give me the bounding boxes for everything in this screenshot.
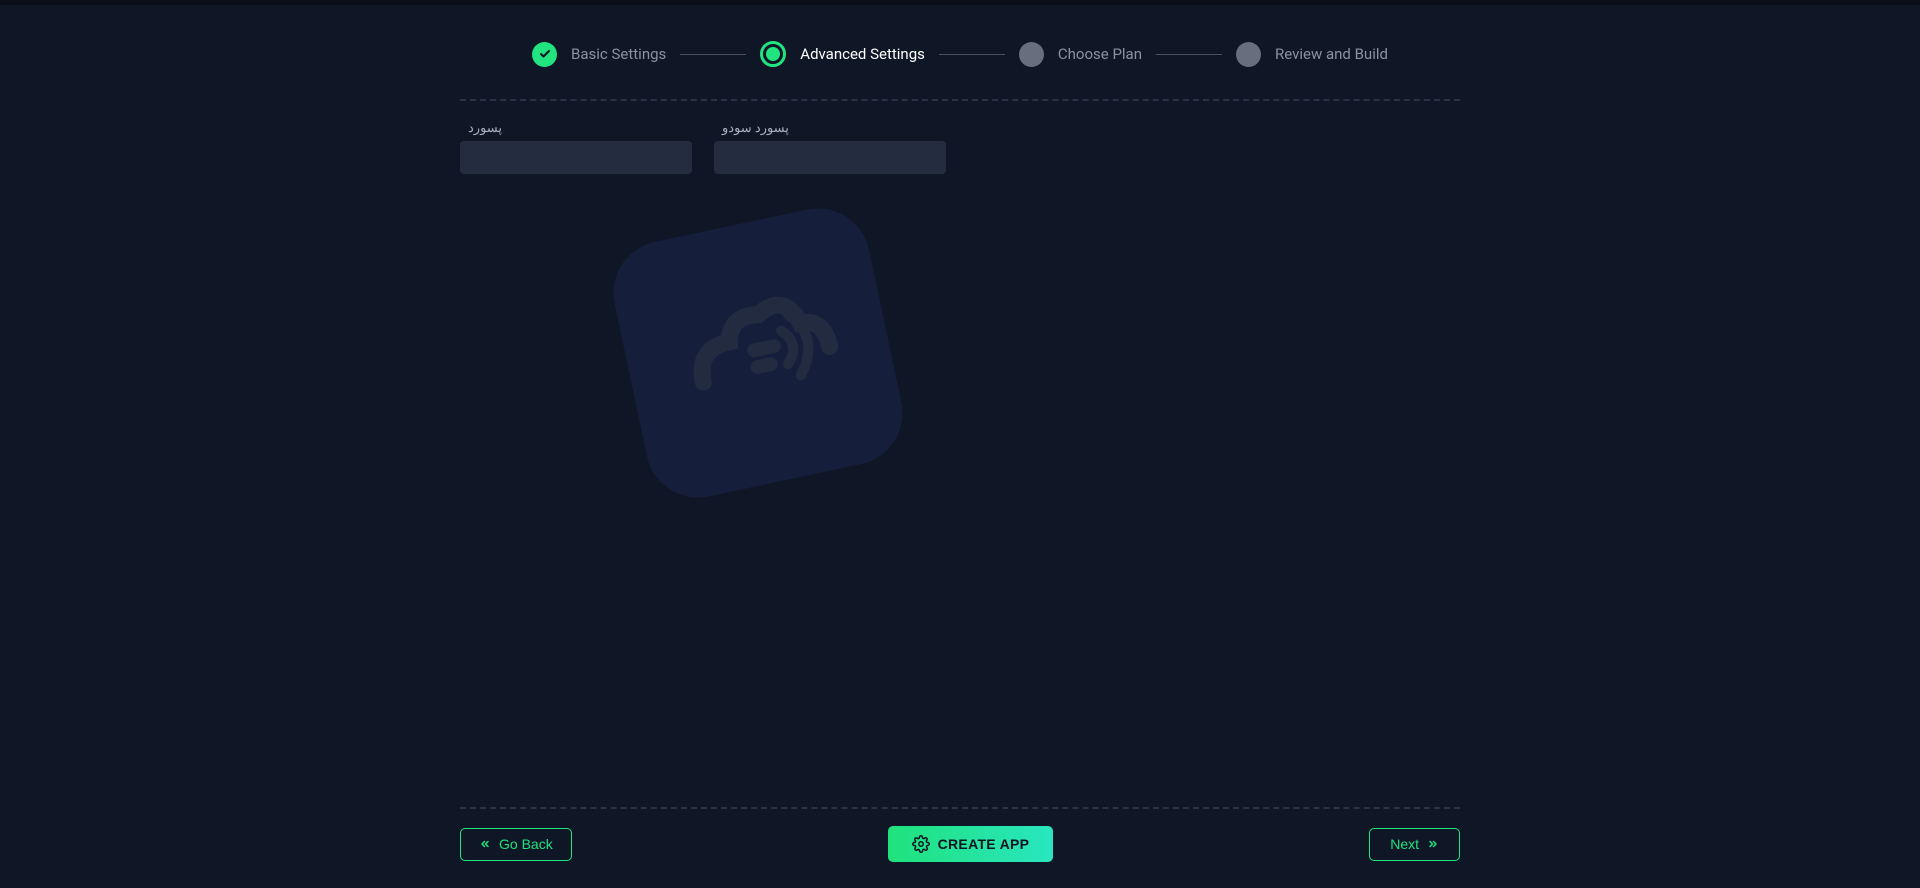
step-label: Basic Settings — [571, 45, 666, 63]
create-app-button[interactable]: CREATE APP — [888, 826, 1054, 862]
radio-active-icon — [760, 41, 786, 67]
step-choose-plan[interactable]: Choose Plan — [1019, 42, 1142, 67]
wizard-footer: Go Back CREATE APP Next — [460, 807, 1460, 862]
advanced-settings-form: پسورد پسورد سودو — [460, 101, 1460, 174]
wizard-stepper: Basic Settings Advanced Settings Choose … — [320, 5, 1600, 99]
step-advanced-settings[interactable]: Advanced Settings — [760, 41, 925, 67]
go-back-button[interactable]: Go Back — [460, 828, 572, 861]
chevrons-left-icon — [479, 838, 491, 850]
step-label: Choose Plan — [1058, 45, 1142, 63]
check-circle-icon — [532, 42, 557, 67]
step-label: Advanced Settings — [800, 45, 925, 63]
step-basic-settings[interactable]: Basic Settings — [532, 42, 666, 67]
chevrons-right-icon — [1427, 838, 1439, 850]
password-label: پسورد — [460, 121, 692, 136]
sudo-password-label: پسورد سودو — [714, 121, 946, 136]
sudo-password-field-group: پسورد سودو — [714, 121, 946, 174]
step-label: Review and Build — [1275, 45, 1388, 63]
step-connector — [680, 54, 746, 55]
step-connector — [1156, 54, 1222, 55]
circle-icon — [1019, 42, 1044, 67]
circle-icon — [1236, 42, 1261, 67]
password-input[interactable] — [460, 141, 692, 174]
brand-watermark — [604, 199, 912, 507]
password-field-group: پسورد — [460, 121, 692, 174]
next-button[interactable]: Next — [1369, 828, 1460, 861]
step-connector — [939, 54, 1005, 55]
divider — [460, 807, 1460, 809]
gear-icon — [912, 835, 930, 853]
sudo-password-input[interactable] — [714, 141, 946, 174]
create-app-label: CREATE APP — [938, 836, 1030, 852]
step-review-build[interactable]: Review and Build — [1236, 42, 1388, 67]
go-back-label: Go Back — [499, 836, 553, 852]
next-label: Next — [1390, 836, 1419, 852]
